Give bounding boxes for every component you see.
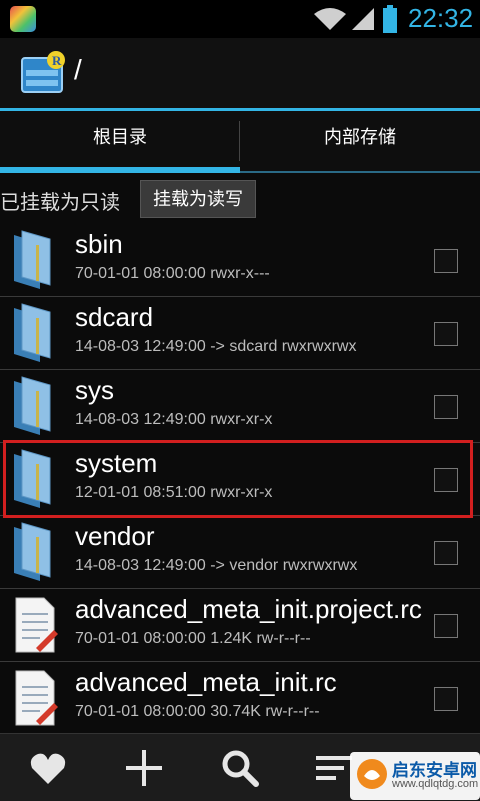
select-checkbox[interactable] <box>434 614 458 638</box>
file-meta: 14-08-03 12:49:00 -> sdcard rwxrwxrwx <box>75 338 357 355</box>
app-thumbnail-icon <box>10 6 36 32</box>
file-name: advanced_meta_init.project.rc <box>75 594 422 624</box>
selection-highlight <box>3 440 473 518</box>
file-meta: 70-01-01 08:00:00 30.74K rw-r--r-- <box>75 703 320 720</box>
battery-icon <box>383 5 397 33</box>
root-explorer-icon[interactable]: R <box>20 50 66 96</box>
file-name: sbin <box>75 229 123 259</box>
file-name: vendor <box>75 521 155 551</box>
watermark: 启东安卓网 www.qdlqtdg.com <box>350 752 480 800</box>
file-meta: 14-08-03 12:49:00 rwxr-xr-x <box>75 411 273 428</box>
list-item[interactable]: sys 14-08-03 12:49:00 rwxr-xr-x <box>0 369 480 443</box>
file-meta: 14-08-03 12:49:00 -> vendor rwxrwxrwx <box>75 557 358 574</box>
signal-icon <box>352 8 374 30</box>
mount-rw-button[interactable]: 挂载为读写 <box>140 180 256 218</box>
status-bar: 22:32 <box>0 0 480 38</box>
active-tab-indicator <box>0 167 240 173</box>
file-name: sdcard <box>75 302 154 332</box>
watermark-url: www.qdlqtdg.com <box>392 778 479 790</box>
list-item[interactable]: advanced_meta_init.rc 70-01-01 08:00:00 … <box>0 661 480 735</box>
list-item[interactable]: advanced_meta_init.project.rc 70-01-01 0… <box>0 588 480 662</box>
file-meta: 70-01-01 08:00:00 1.24K rw-r--r-- <box>75 630 311 647</box>
document-icon <box>15 670 58 726</box>
folder-icon <box>14 376 51 435</box>
list-item[interactable]: sdcard 14-08-03 12:49:00 -> sdcard rwxrw… <box>0 296 480 370</box>
wifi-icon <box>314 8 346 30</box>
heart-icon[interactable] <box>26 746 70 790</box>
file-name: advanced_meta_init.rc <box>75 667 337 697</box>
mount-status: 已挂载为只读 <box>0 192 120 214</box>
watermark-logo-icon <box>357 759 387 789</box>
search-icon[interactable] <box>218 746 262 790</box>
select-checkbox[interactable] <box>434 687 458 711</box>
mount-bar: 已挂载为只读 挂载为读写 <box>0 178 480 220</box>
file-meta: 70-01-01 08:00:00 rwxr-x--- <box>75 265 270 282</box>
tab-internal-storage[interactable]: 内部存储 <box>240 111 480 167</box>
plus-icon[interactable] <box>122 746 166 790</box>
list-item[interactable]: vendor 14-08-03 12:49:00 -> vendor rwxrw… <box>0 515 480 589</box>
title-bar: R / <box>0 38 480 111</box>
tab-bar: 根目录 内部存储 <box>0 111 480 173</box>
select-checkbox[interactable] <box>434 322 458 346</box>
select-checkbox[interactable] <box>434 395 458 419</box>
folder-icon <box>14 230 51 289</box>
file-name: sys <box>75 375 114 405</box>
current-path: / <box>74 54 82 85</box>
list-item[interactable]: sbin 70-01-01 08:00:00 rwxr-x--- <box>0 223 480 297</box>
folder-icon <box>14 522 51 581</box>
tab-root[interactable]: 根目录 <box>0 111 240 167</box>
svg-text:R: R <box>52 53 62 68</box>
clock: 22:32 <box>408 3 474 33</box>
document-icon <box>15 597 58 653</box>
select-checkbox[interactable] <box>434 541 458 565</box>
tab-underline <box>240 171 480 173</box>
folder-icon <box>14 303 51 362</box>
select-checkbox[interactable] <box>434 249 458 273</box>
